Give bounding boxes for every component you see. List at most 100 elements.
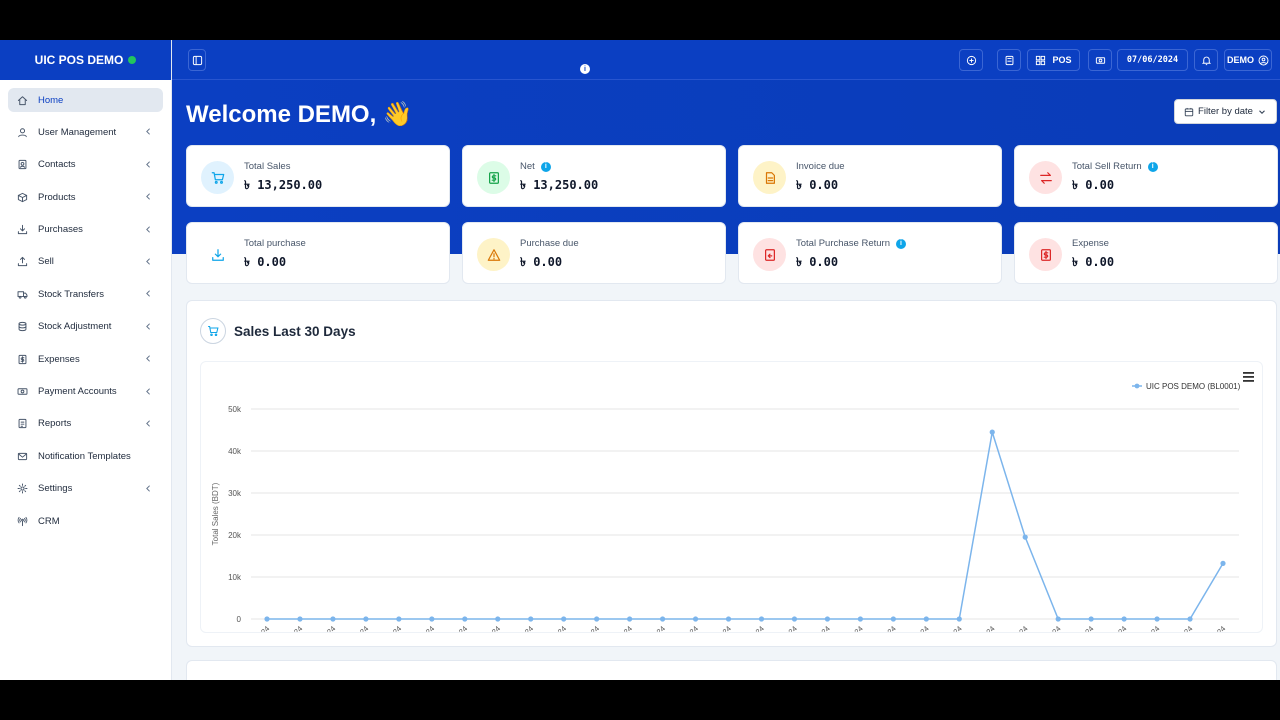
- dollar-icon: [477, 161, 510, 194]
- legend-marker: [1134, 383, 1140, 389]
- x-tick-label: 13 Jun 2024: [434, 624, 470, 632]
- chevron-left-icon: [146, 355, 150, 362]
- add-button[interactable]: [959, 49, 983, 71]
- user-circle-icon: [1258, 55, 1269, 65]
- card-net[interactable]: Net i ৳ 13,250.00: [462, 145, 726, 207]
- data-point: [1187, 616, 1193, 622]
- brand[interactable]: UIC POS DEMO: [0, 40, 171, 80]
- sidebar-item-contacts[interactable]: Contacts: [8, 153, 163, 177]
- card-value: ৳ 13,250.00: [520, 178, 599, 192]
- card-value: ৳ 0.00: [1072, 178, 1115, 192]
- x-tick-label: 26 Jun 2024: [862, 624, 898, 632]
- plus-circle-icon: [966, 55, 976, 65]
- info-icon[interactable]: i: [540, 161, 551, 172]
- info-icon[interactable]: i: [580, 64, 590, 74]
- card-label: Total Purchase Return i: [796, 238, 906, 249]
- sidebar-item-expenses[interactable]: Expenses: [8, 347, 163, 371]
- series-line: [267, 431, 1224, 620]
- filter-by-date-button[interactable]: Filter by date: [1174, 99, 1277, 124]
- sidebar-item-stock-transfers[interactable]: Stock Transfers: [8, 282, 163, 306]
- card-label-text: Expense: [1072, 238, 1109, 249]
- card-total-purchase[interactable]: Total purchase ৳ 0.00: [186, 222, 450, 284]
- sidebar-item-payment-accounts[interactable]: Payment Accounts: [8, 380, 163, 404]
- sidebar: UIC POS DEMO Home User Management Contacts…: [0, 40, 172, 680]
- card-expense[interactable]: Expense ৳ 0.00: [1014, 222, 1278, 284]
- info-icon[interactable]: i: [1147, 161, 1158, 172]
- dollar-icon: [17, 354, 28, 365]
- x-tick-label: 18 Jun 2024: [598, 624, 634, 632]
- x-tick-label: 30 Jun 2024: [994, 624, 1030, 632]
- card-label: Net i: [520, 161, 551, 172]
- data-point: [857, 616, 863, 622]
- money-icon: [1095, 56, 1105, 64]
- data-point: [495, 616, 501, 622]
- sidebar-item-notification-templates[interactable]: Notification Templates: [8, 444, 163, 468]
- card-value: ৳ 0.00: [796, 255, 839, 269]
- data-point: [1055, 616, 1061, 622]
- chevron-left-icon: [146, 258, 150, 265]
- sidebar-toggle-button[interactable]: [188, 49, 206, 71]
- calculator-button[interactable]: [997, 49, 1021, 71]
- sidebar-item-label: Notification Templates: [38, 450, 131, 462]
- x-tick-label: 5 Jul 2024: [1164, 624, 1195, 632]
- card-value: ৳ 0.00: [1072, 255, 1115, 269]
- card-total-purchase-return[interactable]: Total Purchase Return i ৳ 0.00: [738, 222, 1002, 284]
- sidebar-item-crm[interactable]: CRM: [8, 509, 163, 533]
- legend-label: UIC POS DEMO (BL0001): [1146, 382, 1241, 391]
- data-point: [659, 616, 666, 622]
- upload-icon: [17, 256, 28, 267]
- data-point: [330, 616, 336, 622]
- notifications-button[interactable]: [1194, 49, 1218, 71]
- x-tick-label: 10 Jun 2024: [335, 624, 371, 632]
- x-tick-label: 16 Jun 2024: [533, 624, 569, 632]
- sidebar-item-reports[interactable]: Reports: [8, 412, 163, 436]
- return-icon: [753, 238, 786, 271]
- data-point: [725, 616, 732, 622]
- home-icon: [17, 95, 28, 106]
- app-window: UIC POS DEMO Home User Management Contacts…: [0, 40, 1280, 680]
- cash-button[interactable]: [1088, 49, 1112, 71]
- pos-button[interactable]: POS: [1027, 49, 1080, 71]
- card-total-sales[interactable]: Total Sales ৳ 13,250.00: [186, 145, 450, 207]
- bell-icon: [1201, 56, 1211, 65]
- y-axis-label: Total Sales (BDT): [211, 482, 220, 545]
- card-value: ৳ 0.00: [244, 255, 287, 269]
- data-point: [923, 616, 929, 622]
- grid-icon: [1036, 55, 1046, 65]
- download-icon: [201, 238, 234, 271]
- next-panel: [186, 660, 1277, 680]
- sidebar-item-sell[interactable]: Sell: [8, 250, 163, 274]
- chevron-left-icon: [146, 420, 150, 427]
- x-tick-label: 23 Jun 2024: [763, 624, 799, 632]
- user-icon: [17, 127, 28, 138]
- sidebar-item-user-management[interactable]: User Management: [8, 120, 163, 144]
- x-tick-label: 29 Jun 2024: [961, 624, 997, 632]
- x-tick-label: 21 Jun 2024: [697, 624, 733, 632]
- x-tick-label: 25 Jun 2024: [829, 624, 865, 632]
- sidebar-item-settings[interactable]: Settings: [8, 477, 163, 501]
- sidebar-item-label: Stock Transfers: [38, 288, 104, 300]
- card-purchase-due[interactable]: Purchase due ৳ 0.00: [462, 222, 726, 284]
- chart-menu-icon[interactable]: [1243, 372, 1254, 382]
- welcome-title: Welcome DEMO, 👋: [186, 101, 413, 128]
- chevron-left-icon: [146, 387, 150, 395]
- data-point: [890, 616, 896, 622]
- date-button[interactable]: 07/06/2024: [1117, 49, 1188, 71]
- cart-icon: [200, 318, 226, 344]
- card-total-sell-return[interactable]: Total Sell Return i ৳ 0.00: [1014, 145, 1278, 207]
- sidebar-item-stock-adjustment[interactable]: Stock Adjustment: [8, 315, 163, 339]
- pos-label: POS: [1052, 55, 1072, 65]
- card-label-text: Invoice due: [796, 161, 845, 172]
- card-invoice-due[interactable]: Invoice due ৳ 0.00: [738, 145, 1002, 207]
- card-label: Invoice due: [796, 161, 845, 172]
- sidebar-item-products[interactable]: Products: [8, 185, 163, 209]
- x-tick-label: 2 Jul 2024: [1065, 624, 1096, 632]
- user-menu-button[interactable]: DEMO: [1224, 49, 1272, 71]
- envelope-icon: [17, 451, 28, 462]
- sidebar-item-purchases[interactable]: Purchases: [8, 218, 163, 242]
- sidebar-item-home[interactable]: Home: [8, 88, 163, 112]
- data-point: [1220, 560, 1226, 566]
- sidebar-toggle-icon: [192, 55, 202, 65]
- calendar-icon: [1184, 107, 1194, 116]
- info-icon[interactable]: i: [896, 238, 906, 249]
